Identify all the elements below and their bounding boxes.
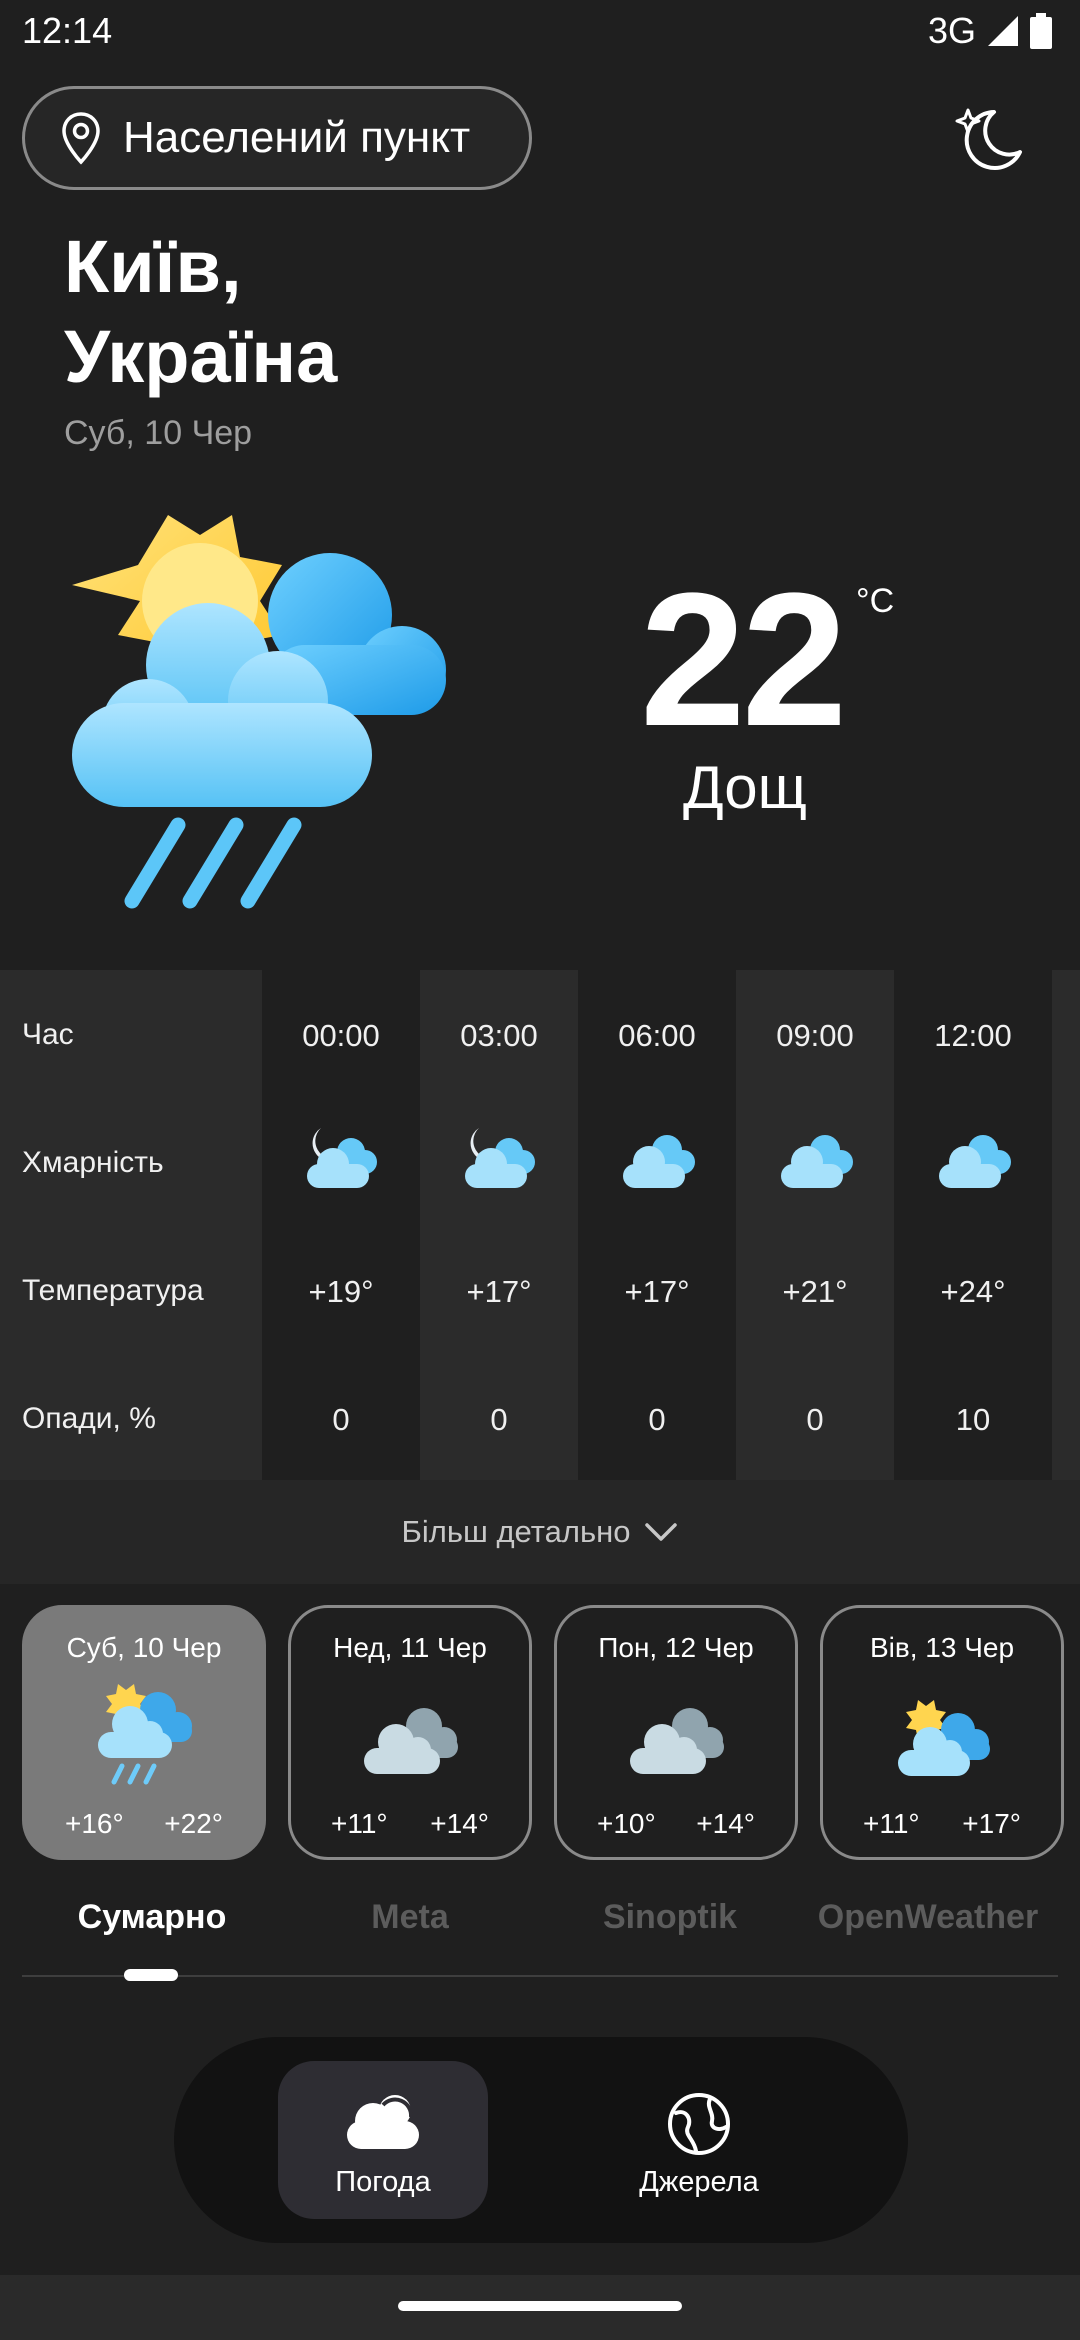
- hour-time: 00:00: [302, 1018, 380, 1053]
- row-label-clouds: Хмарність: [22, 1146, 164, 1179]
- hour-temperature: +24°: [940, 1274, 1006, 1309]
- tab-meta[interactable]: Meta: [280, 1898, 540, 1937]
- bottom-navigation: Погода Джерела: [174, 2037, 908, 2243]
- current-date: Суб, 10 Чер: [64, 414, 253, 452]
- sun-cloud-icon: [898, 1700, 990, 1776]
- tab-summary[interactable]: Сумарно: [22, 1898, 282, 1937]
- moon-cloud-icon: [465, 1128, 535, 1188]
- day-card-selected[interactable]: Суб, 10 Чер +16° +22°: [22, 1605, 266, 1860]
- current-condition: Дощ: [683, 754, 808, 821]
- nav-weather[interactable]: Погода: [278, 2061, 488, 2219]
- city-title: Київ, Україна: [64, 222, 337, 402]
- chevron-down-icon: [645, 1523, 678, 1541]
- day-date: Вів, 13 Чер: [869, 1632, 1015, 1663]
- day-high-temp: +14°: [696, 1808, 755, 1839]
- hour-precipitation: 10: [955, 1402, 991, 1437]
- hour-column: 12:00 +24° 10: [894, 970, 1052, 1480]
- day-date: Нед, 11 Чер: [333, 1632, 487, 1663]
- hour-column: 00:00 +19° 0: [262, 970, 420, 1480]
- country-name: Україна: [64, 315, 338, 398]
- hour-time: 12:00: [934, 1018, 1012, 1053]
- hour-column: 06:00 +17° 0: [578, 970, 736, 1480]
- tab-indicator: [124, 1969, 178, 1981]
- row-label-temperature: Температура: [22, 1274, 204, 1307]
- nav-sources-label: Джерела: [639, 2166, 759, 2198]
- tab-openweather[interactable]: OpenWeather: [798, 1898, 1058, 1937]
- hour-temperature: +17°: [624, 1274, 690, 1309]
- network-type: 3G: [927, 10, 976, 51]
- moon-cloud-icon: [307, 1128, 377, 1188]
- hour-time: 09:00: [776, 1018, 854, 1053]
- sun-cloud-rain-icon: [72, 515, 446, 909]
- hour-column-partial: [1052, 970, 1080, 1480]
- day-card[interactable]: Нед, 11 Чер +11° +14°: [288, 1605, 532, 1860]
- home-gesture-handle[interactable]: [398, 2301, 682, 2311]
- nav-weather-label: Погода: [335, 2166, 431, 2198]
- hour-time: 03:00: [460, 1018, 538, 1053]
- day-high-temp: +17°: [962, 1808, 1021, 1839]
- day-low-temp: +10°: [597, 1808, 656, 1839]
- moon-stars-icon: [955, 108, 1022, 170]
- day-high-temp: +22°: [164, 1808, 223, 1839]
- status-time: 12:14: [22, 10, 113, 51]
- row-label-time: Час: [22, 1018, 74, 1051]
- hour-precipitation: 0: [648, 1402, 666, 1437]
- cloud-icon: [939, 1135, 1011, 1188]
- location-pin-icon: [62, 112, 100, 165]
- overcast-icon: [364, 1708, 458, 1774]
- hour-time: 06:00: [618, 1018, 696, 1053]
- hour-temperature: +21°: [782, 1274, 848, 1309]
- status-icons: 3G: [928, 10, 1052, 52]
- current-temperature: 22: [640, 554, 847, 766]
- theme-toggle-button[interactable]: [950, 100, 1030, 180]
- hour-precipitation: 0: [806, 1402, 824, 1437]
- hour-temperature: +19°: [308, 1274, 374, 1309]
- hour-column: 09:00 +21° 0: [736, 970, 894, 1480]
- location-search-button[interactable]: Населений пункт: [22, 86, 532, 190]
- sun-cloud-rain-icon: [98, 1684, 192, 1785]
- hour-precipitation: 0: [490, 1402, 508, 1437]
- location-search-label: Населений пункт: [123, 113, 471, 162]
- row-labels-column: Час Хмарність Температура Опади, %: [0, 970, 262, 1480]
- cloud-icon: [781, 1135, 853, 1188]
- signal-icon: [988, 16, 1018, 46]
- cloud-filled-icon: [347, 2095, 419, 2149]
- day-date: Суб, 10 Чер: [66, 1632, 222, 1663]
- day-low-temp: +11°: [331, 1808, 388, 1839]
- more-details-button[interactable]: Більш детально: [0, 1480, 1080, 1584]
- day-card[interactable]: Пон, 12 Чер +10° +14°: [554, 1605, 798, 1860]
- hour-column: 03:00 +17° 0: [420, 970, 578, 1480]
- tab-sinoptik[interactable]: Sinoptik: [540, 1898, 800, 1937]
- hour-temperature: +17°: [466, 1274, 532, 1309]
- nav-sources[interactable]: Джерела: [594, 2061, 804, 2219]
- day-date: Пон, 12 Чер: [598, 1632, 754, 1663]
- day-card[interactable]: Вів, 13 Чер +11° +17°: [820, 1605, 1064, 1860]
- globe-icon: [668, 2093, 730, 2155]
- cloud-icon: [623, 1135, 695, 1188]
- day-high-temp: +14°: [430, 1808, 489, 1839]
- overcast-icon: [630, 1708, 724, 1774]
- temperature-unit: °C: [856, 582, 895, 620]
- day-low-temp: +16°: [65, 1808, 124, 1839]
- more-details-label: Більш детально: [401, 1514, 631, 1549]
- battery-icon: [1030, 13, 1052, 49]
- day-low-temp: +11°: [863, 1808, 920, 1839]
- city-name: Київ,: [64, 225, 242, 308]
- row-label-precipitation: Опади, %: [22, 1402, 156, 1435]
- hour-precipitation: 0: [332, 1402, 350, 1437]
- hourly-forecast-table[interactable]: Час Хмарність Температура Опади, % 00:00…: [0, 970, 1080, 1480]
